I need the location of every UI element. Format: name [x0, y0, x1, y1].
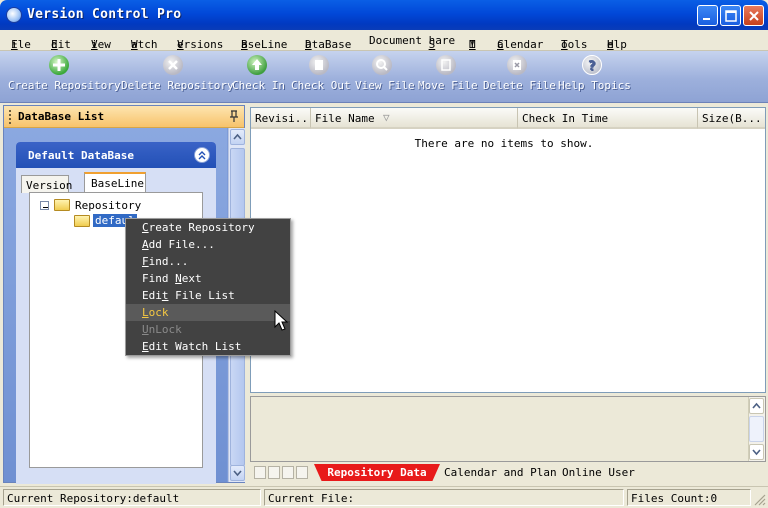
- pin-icon[interactable]: [228, 109, 240, 123]
- menu-item-unlock[interactable]: UnLock: [126, 321, 290, 338]
- toolbar: Create Repository Delete Repository Chec…: [0, 51, 768, 103]
- status-files-count: Files Count:0: [627, 489, 751, 506]
- menu-item-add-file[interactable]: Add File...: [126, 236, 290, 253]
- detail-scroll-down-button[interactable]: [749, 444, 764, 460]
- tab-version[interactable]: Version: [21, 175, 72, 193]
- create-repository-button[interactable]: Create Repository: [8, 55, 121, 92]
- collapse-chevron-icon[interactable]: [194, 147, 210, 163]
- svg-text:?: ?: [588, 59, 596, 74]
- check-in-button[interactable]: Check In: [232, 55, 285, 92]
- first-tab-icon[interactable]: [254, 466, 266, 479]
- tab-calendar-and-plan[interactable]: Calendar and Plan: [444, 464, 557, 481]
- help-topics-button[interactable]: ? Help Topics: [558, 55, 631, 92]
- menu-item-edit-watch-list[interactable]: Edit Watch List: [126, 338, 290, 355]
- grip-icon[interactable]: [9, 110, 12, 124]
- status-current-repository: Current Repository:default: [3, 489, 261, 506]
- maximize-button[interactable]: [720, 5, 741, 26]
- menu-document-share[interactable]: Document Share: [369, 34, 455, 51]
- last-tab-icon[interactable]: [296, 466, 308, 479]
- file-list[interactable]: Revisi... File Name ▽ Check In Time Size(…: [250, 107, 766, 393]
- help-icon: ?: [582, 55, 602, 75]
- check-in-icon: [247, 55, 267, 75]
- folder-icon: [54, 199, 70, 211]
- tree-item-repository[interactable]: Repository: [75, 199, 141, 212]
- database-list-title: DataBase List: [18, 110, 105, 123]
- move-file-icon: [436, 55, 456, 75]
- tab-online-user[interactable]: Online User: [562, 464, 636, 481]
- tab-baseline[interactable]: BaseLine: [84, 172, 146, 193]
- check-out-icon: [309, 55, 329, 75]
- menu-bar: File Edit View Watch Versions BaseLine D…: [0, 30, 768, 51]
- column-check-in-time[interactable]: Check In Time: [518, 108, 698, 129]
- resize-grip-icon[interactable]: [753, 493, 766, 506]
- scroll-down-button[interactable]: [230, 465, 245, 481]
- scroll-up-button[interactable]: [230, 129, 245, 145]
- status-bar: Current Repository:default Current File:…: [0, 486, 768, 508]
- menu-item-find[interactable]: Find...: [126, 253, 290, 270]
- column-revision[interactable]: Revisi...: [251, 108, 311, 129]
- close-button[interactable]: [743, 5, 764, 26]
- detail-scroll-up-button[interactable]: [749, 398, 764, 414]
- menu-item-find-next[interactable]: Find Next: [126, 270, 290, 287]
- window-title: Version Control Pro: [27, 7, 182, 22]
- file-list-pane: Revisi... File Name ▽ Check In Time Size(…: [250, 105, 766, 484]
- context-menu: Create Repository Add File... Find... Fi…: [125, 218, 291, 356]
- minimize-button[interactable]: [697, 5, 718, 26]
- view-file-icon: [372, 55, 392, 75]
- menu-item-edit-file-list[interactable]: Edit File List: [126, 287, 290, 304]
- add-icon: [49, 55, 69, 75]
- menu-item-lock[interactable]: Lock: [126, 304, 290, 321]
- minimize-icon: [703, 18, 710, 20]
- detail-panel: [250, 396, 766, 462]
- status-current-file: Current File:: [264, 489, 624, 506]
- app-icon: [6, 7, 22, 23]
- menu-item-create-repository[interactable]: Create Repository: [126, 219, 290, 236]
- check-out-button[interactable]: Check Out: [291, 55, 351, 92]
- tab-repository-data[interactable]: Repository Data: [314, 464, 440, 481]
- maximize-icon: [725, 10, 737, 22]
- default-database-header[interactable]: Default DataBase: [16, 142, 216, 168]
- column-file-name[interactable]: File Name ▽: [311, 108, 518, 129]
- move-file-button[interactable]: Move File: [418, 55, 478, 92]
- close-icon: [749, 11, 759, 21]
- mouse-cursor-icon: [274, 310, 288, 331]
- sort-down-icon: ▽: [383, 111, 390, 124]
- collapse-tree-icon[interactable]: [40, 201, 49, 210]
- prev-tab-icon[interactable]: [268, 466, 280, 479]
- bottom-tab-bar: Repository Data Calendar and Plan Online…: [250, 463, 766, 483]
- delete-repository-button[interactable]: Delete Repository: [121, 55, 234, 92]
- delete-file-icon: [507, 55, 527, 75]
- database-list-header: DataBase List: [4, 106, 244, 128]
- delete-icon: [163, 55, 183, 75]
- delete-file-button[interactable]: Delete File: [483, 55, 556, 92]
- detail-scroll-thumb[interactable]: [749, 416, 764, 442]
- folder-open-icon: [74, 215, 90, 227]
- next-tab-icon[interactable]: [282, 466, 294, 479]
- column-size[interactable]: Size(B...: [698, 108, 765, 129]
- empty-list-message: There are no items to show.: [414, 137, 594, 150]
- view-file-button[interactable]: View File: [355, 55, 415, 92]
- detail-vertical-scrollbar[interactable]: [748, 397, 765, 461]
- title-bar[interactable]: Version Control Pro: [0, 0, 768, 30]
